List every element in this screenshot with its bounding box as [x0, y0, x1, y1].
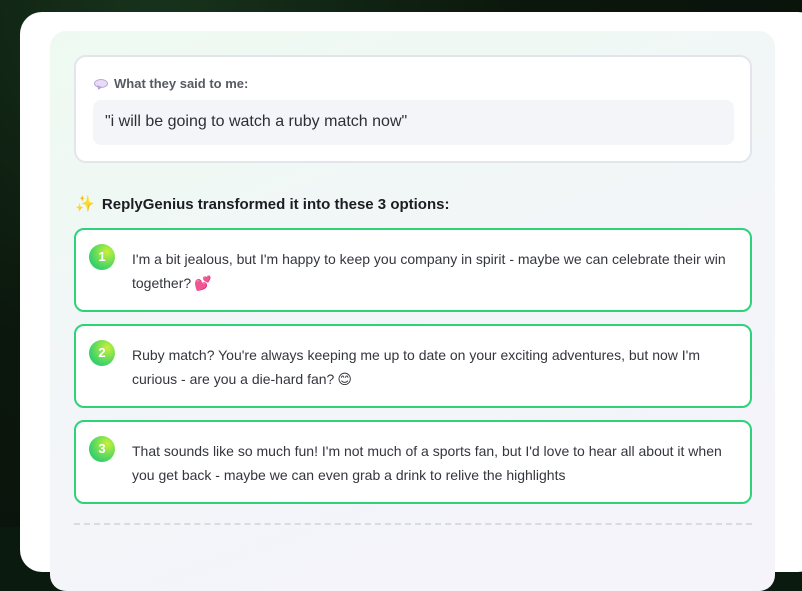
speech-bubble-icon [94, 78, 108, 91]
option-text[interactable]: That sounds like so much fun! I'm not mu… [132, 439, 737, 487]
original-message-box: What they said to me: "i will be going t… [74, 55, 752, 163]
option-text-body: That sounds like so much fun! I'm not mu… [132, 443, 722, 483]
option-text-body: I'm a bit jealous, but I'm happy to keep… [132, 251, 726, 291]
result-panel: What they said to me: "i will be going t… [50, 31, 775, 591]
option-number-badge: 2 [89, 340, 115, 366]
sparkles-icon: ✨ [75, 195, 95, 213]
options-heading-text: ReplyGenius transformed it into these 3 … [101, 196, 450, 213]
option-number-badge: 1 [89, 244, 115, 270]
original-message-text: "i will be going to watch a ruby match n… [105, 113, 408, 130]
section-divider [74, 523, 752, 525]
original-message-field: "i will be going to watch a ruby match n… [93, 100, 734, 145]
main-card: What they said to me: "i will be going t… [20, 12, 802, 591]
reply-option-1[interactable]: 1 I'm a bit jealous, but I'm happy to ke… [74, 228, 752, 312]
smiling-face-emoji-icon: 😊 [337, 371, 352, 387]
two-hearts-emoji-icon: 💕 [194, 275, 212, 291]
reply-option-2[interactable]: 2 Ruby match? You're always keeping me u… [74, 324, 752, 408]
option-text[interactable]: I'm a bit jealous, but I'm happy to keep… [132, 247, 737, 295]
option-number-badge: 3 [89, 436, 115, 462]
original-message-label-row: What they said to me: [94, 76, 248, 91]
option-text-body: Ruby match? You're always keeping me up … [132, 347, 701, 387]
options-heading: ✨ ReplyGenius transformed it into these … [75, 196, 449, 213]
reply-option-3[interactable]: 3 That sounds like so much fun! I'm not … [74, 420, 752, 504]
option-text[interactable]: Ruby match? You're always keeping me up … [132, 343, 737, 391]
original-message-label: What they said to me: [114, 76, 249, 91]
